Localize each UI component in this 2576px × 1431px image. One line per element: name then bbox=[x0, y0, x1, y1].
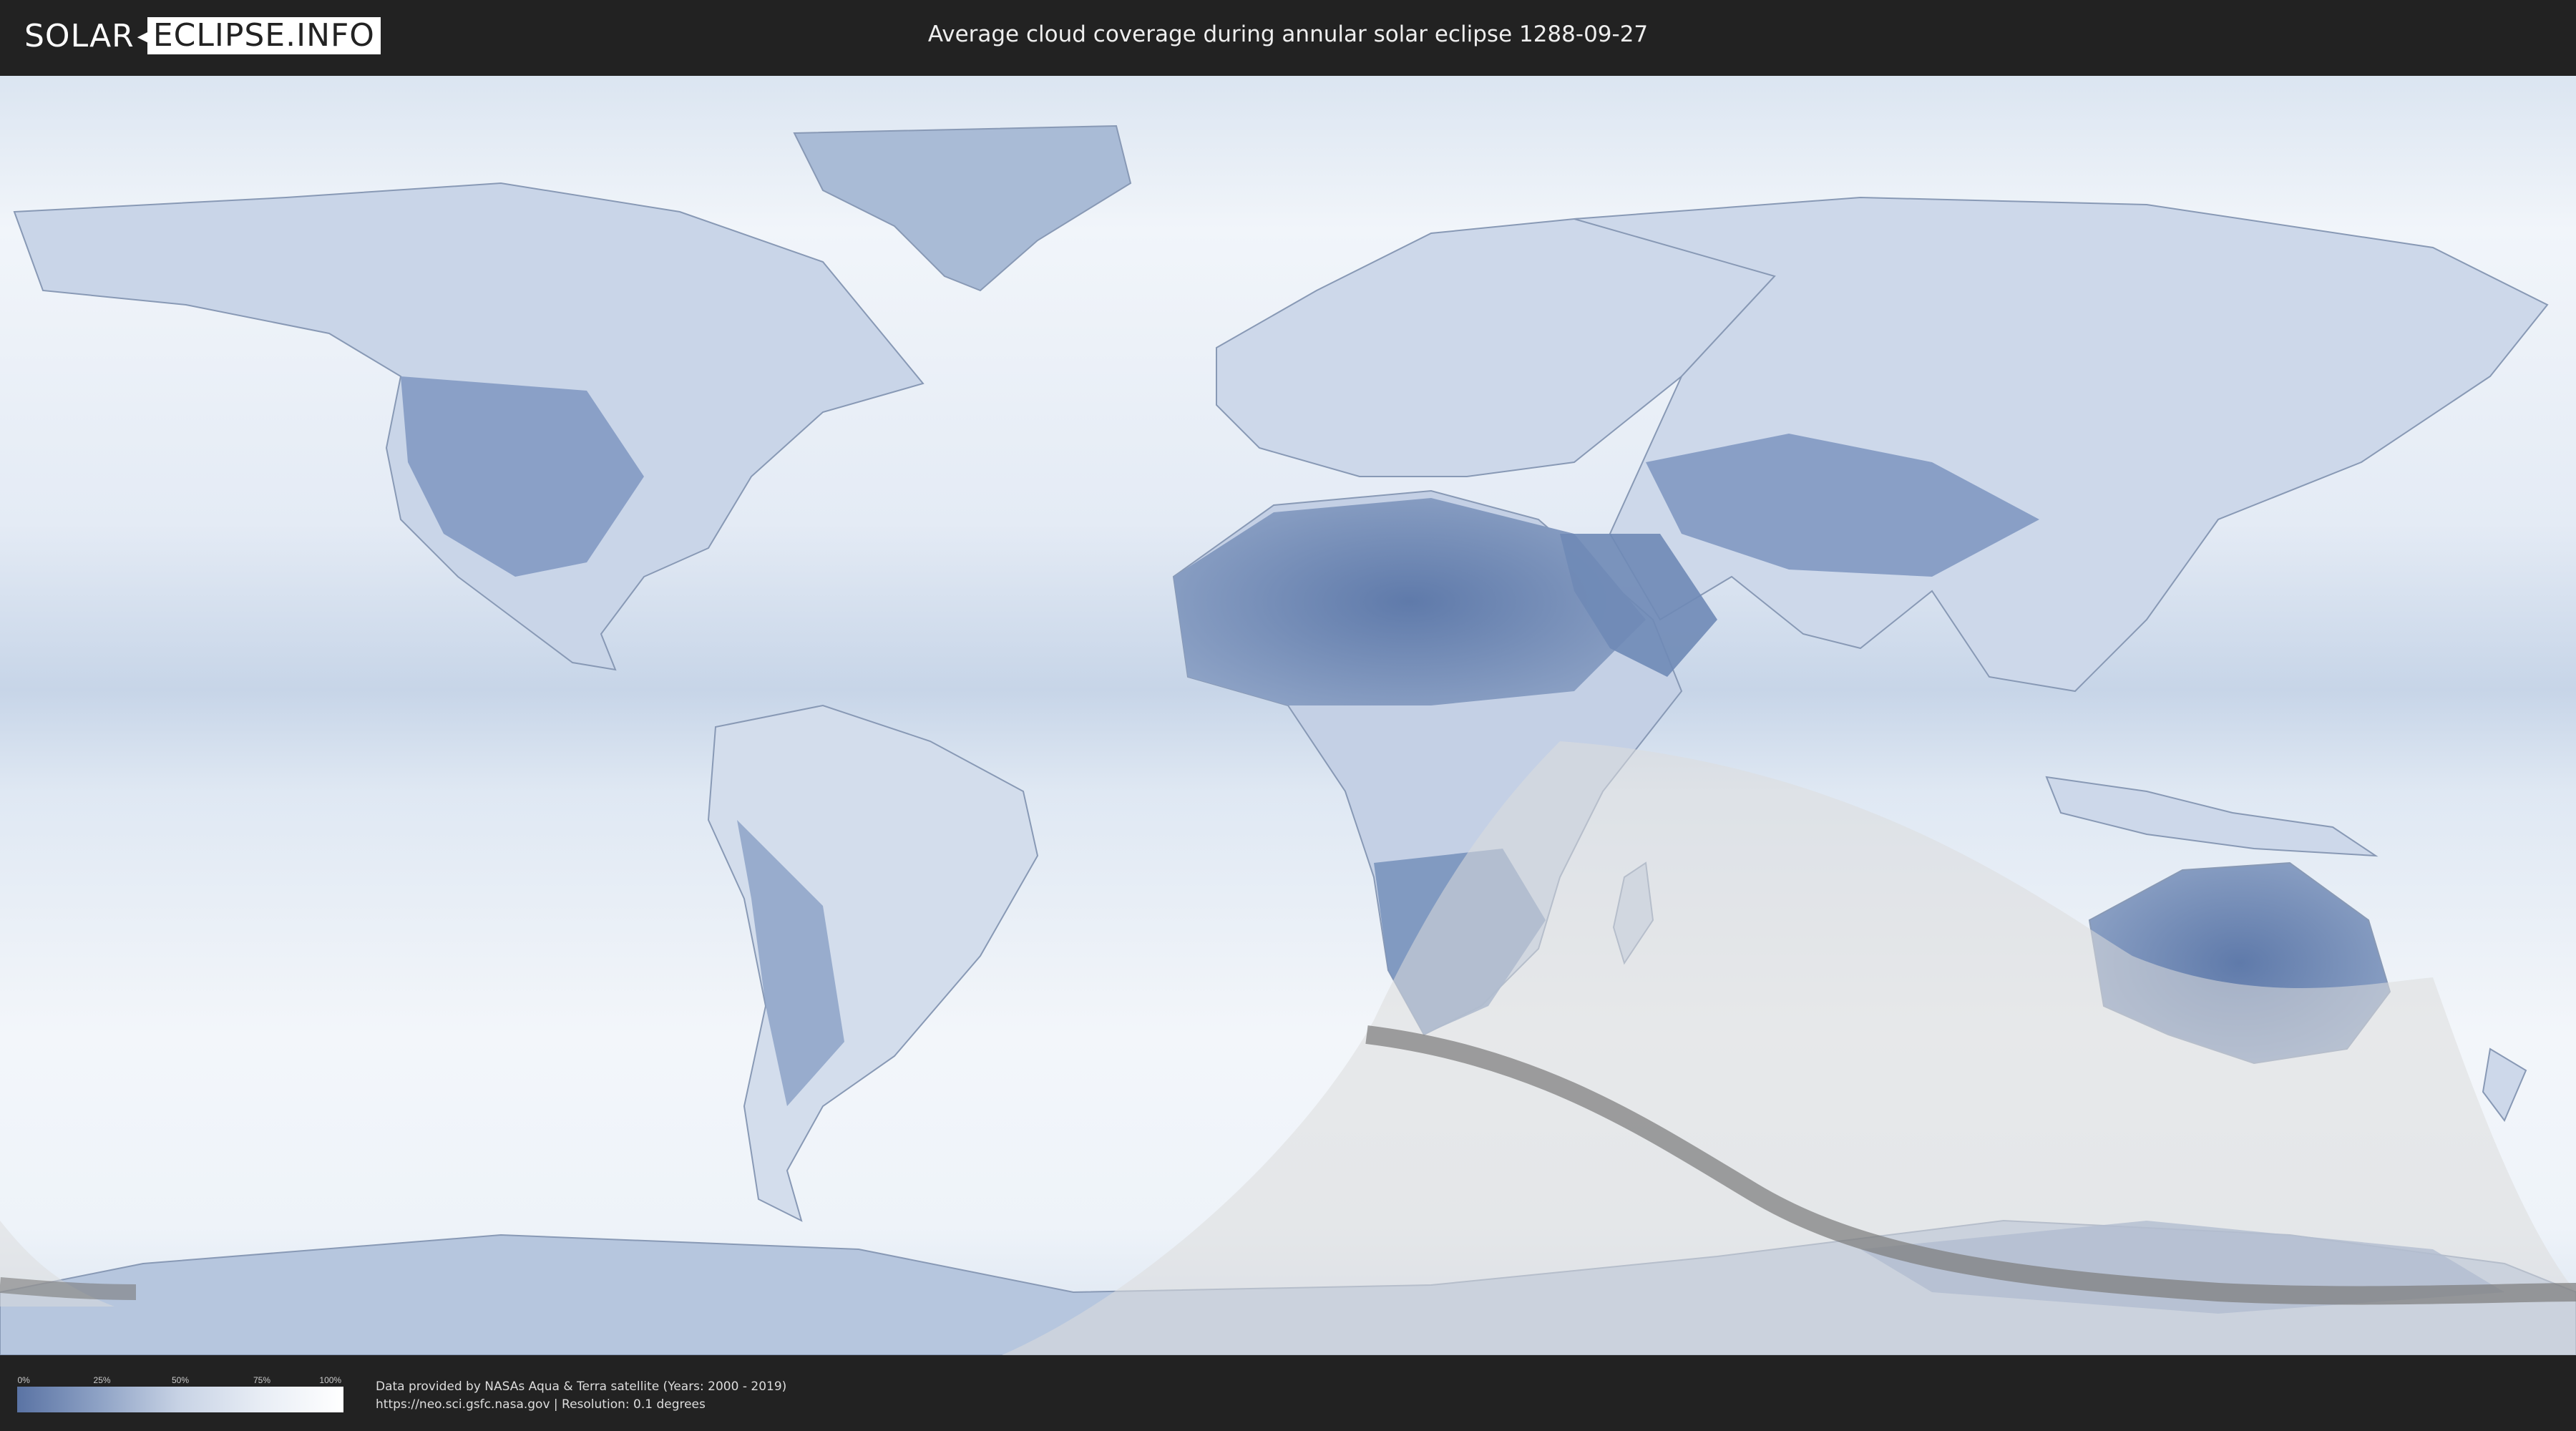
legend-tick: 25% bbox=[93, 1375, 111, 1385]
page-title: Average cloud coverage during annular so… bbox=[927, 21, 1649, 47]
credit-line-source: Data provided by NASAs Aqua & Terra sate… bbox=[376, 1379, 787, 1394]
header-bar: SOLAR ◂ ECLIPSE.INFO Average cloud cover… bbox=[0, 0, 2576, 72]
legend-ticks: 0% 25% 50% 75% 100% bbox=[17, 1375, 343, 1387]
legend-tick: 0% bbox=[17, 1375, 30, 1385]
eclipse-central-path-west bbox=[0, 1277, 137, 1300]
credit-line-url[interactable]: https://neo.sci.gsfc.nasa.gov | Resoluti… bbox=[376, 1396, 786, 1414]
footer-bar: 0% 25% 50% 75% 100% Data provided by NAS… bbox=[0, 1357, 2576, 1431]
data-credits: Data provided by NASAs Aqua & Terra sate… bbox=[376, 1378, 786, 1414]
legend-tick: 50% bbox=[171, 1375, 190, 1385]
legend-gradient-bar bbox=[17, 1387, 343, 1412]
world-map-icon bbox=[0, 76, 2576, 1355]
cloud-coverage-map[interactable] bbox=[0, 76, 2576, 1355]
cloud-coverage-legend: 0% 25% 50% 75% 100% bbox=[17, 1375, 343, 1412]
legend-tick: 100% bbox=[319, 1375, 342, 1385]
legend-tick: 75% bbox=[253, 1375, 271, 1385]
